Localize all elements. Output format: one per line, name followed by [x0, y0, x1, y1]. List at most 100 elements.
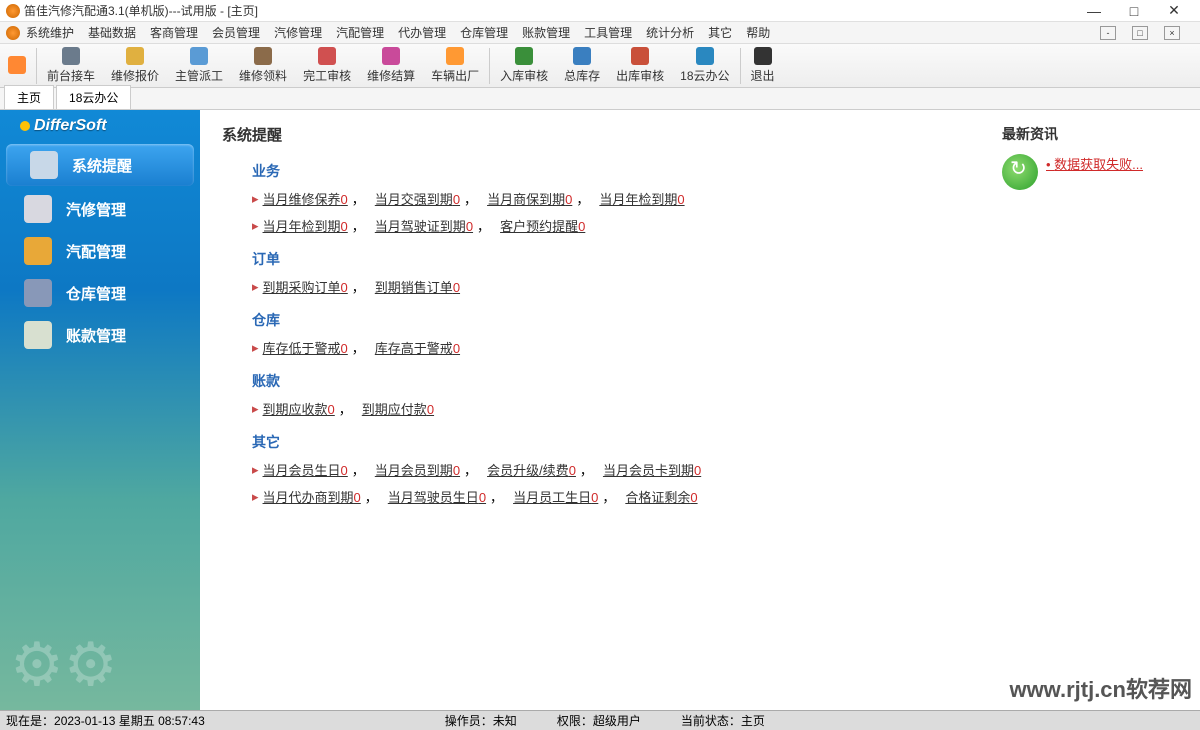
reminder-link[interactable]: 当月驾驶员生日0: [388, 487, 486, 506]
toolbar-button[interactable]: 维修报价: [103, 44, 167, 87]
close-button[interactable]: ✕: [1154, 0, 1194, 22]
reminder-link[interactable]: 库存低于警戒0: [263, 338, 348, 357]
bullet-icon: ▸: [252, 401, 259, 417]
link-row: ▸到期采购订单0，到期销售订单0: [252, 277, 1002, 296]
menu-item[interactable]: 基础数据: [88, 24, 136, 41]
status-perm-label: 权限：: [557, 714, 593, 728]
mdi-restore-icon[interactable]: □: [1132, 26, 1148, 40]
toolbar-button[interactable]: 退出: [743, 44, 783, 87]
group-title: 其它: [252, 432, 1002, 452]
content-main: 系统提醒 业务▸当月维修保养0，当月交强到期0，当月商保到期0，当月年检到期0▸…: [222, 124, 1002, 696]
status-now-label: 现在是：: [6, 714, 54, 728]
menu-item[interactable]: 系统维护: [26, 24, 74, 41]
toolbar-button[interactable]: 18云办公: [672, 44, 737, 87]
toolbar-button[interactable]: 出库审核: [608, 44, 672, 87]
reminder-link[interactable]: 到期销售订单0: [375, 277, 460, 296]
toolbar-label: 入库审核: [500, 67, 548, 84]
reminder-link[interactable]: 当月员工生日0: [513, 487, 598, 506]
menu-item[interactable]: 统计分析: [646, 24, 694, 41]
reminder-link[interactable]: 当月会员卡到期0: [603, 460, 701, 479]
bullet-icon: ▸: [252, 489, 259, 505]
reminder-link[interactable]: 客户预约提醒0: [500, 216, 585, 235]
reminder-link[interactable]: 当月代办商到期0: [263, 487, 361, 506]
statusbar: 现在是：2023-01-13 星期五 08:57:43 操作员：未知 权限：超级…: [0, 710, 1200, 730]
status-op-label: 操作员：: [445, 714, 493, 728]
toolbar-button[interactable]: 车辆出厂: [423, 44, 487, 87]
reminder-link[interactable]: 当月驾驶证到期0: [375, 216, 473, 235]
reminder-link[interactable]: 会员升级/续费0: [487, 460, 576, 479]
menu-item[interactable]: 仓库管理: [460, 24, 508, 41]
reminder-link[interactable]: 当月会员生日0: [263, 460, 348, 479]
toolbar-button[interactable]: 维修领料: [231, 44, 295, 87]
status-state: 主页: [741, 714, 765, 728]
link-row: ▸当月维修保养0，当月交强到期0，当月商保到期0，当月年检到期0: [252, 189, 1002, 208]
minimize-button[interactable]: —: [1074, 0, 1114, 22]
sidebar-icon: [24, 237, 52, 265]
sidebar-item[interactable]: 汽配管理: [0, 230, 200, 272]
toolbar-icon: [62, 47, 80, 65]
reminder-link[interactable]: 当月年检到期0: [263, 216, 348, 235]
menu-item[interactable]: 工具管理: [584, 24, 632, 41]
window-title: 笛佳汽修汽配通3.1(单机版)---试用版 - [主页]: [24, 2, 258, 19]
watermark: www.rjtj.cn软荐网: [1009, 672, 1192, 704]
tabrow: 主页 18云办公: [0, 88, 1200, 110]
link-row: ▸当月代办商到期0，当月驾驶员生日0，当月员工生日0，合格证剩余0: [252, 487, 1002, 506]
tab-cloud[interactable]: 18云办公: [56, 85, 131, 109]
group-title: 仓库: [252, 310, 1002, 330]
sidebar-item[interactable]: 汽修管理: [0, 188, 200, 230]
reminder-link[interactable]: 当月维修保养0: [263, 189, 348, 208]
toolbar-icon: [696, 47, 714, 65]
sidebar-item[interactable]: 账款管理: [0, 314, 200, 356]
reminder-link[interactable]: 到期采购订单0: [263, 277, 348, 296]
gear-decorative-icon: ⚙⚙: [10, 630, 118, 700]
menu-item[interactable]: 客商管理: [150, 24, 198, 41]
menu-item[interactable]: 帮助: [746, 24, 770, 41]
mdi-minimize-icon[interactable]: -: [1100, 26, 1116, 40]
menu-item[interactable]: 汽配管理: [336, 24, 384, 41]
tab-home[interactable]: 主页: [4, 85, 54, 109]
toolbar-icon: [382, 47, 400, 65]
brand-dot-icon: [20, 121, 30, 131]
toolbar-button[interactable]: 完工审核: [295, 44, 359, 87]
toolbar-label: 退出: [751, 67, 775, 84]
reminder-link[interactable]: 合格证剩余0: [625, 487, 697, 506]
reminder-link[interactable]: 当月年检到期0: [599, 189, 684, 208]
reminder-link[interactable]: 库存高于警戒0: [375, 338, 460, 357]
reminder-link[interactable]: 当月会员到期0: [375, 460, 460, 479]
sidebar-icon: [30, 151, 58, 179]
brand-text: DifferSoft: [34, 117, 107, 135]
reminder-link[interactable]: 到期应付款0: [362, 399, 434, 418]
menu-item[interactable]: 会员管理: [212, 24, 260, 41]
toolbar-button[interactable]: 总库存: [556, 44, 608, 87]
news-refresh-icon: [1002, 154, 1038, 190]
link-row: ▸当月会员生日0，当月会员到期0，会员升级/续费0，当月会员卡到期0: [252, 460, 1002, 479]
toolbar-button[interactable]: 维修结算: [359, 44, 423, 87]
status-state-label: 当前状态：: [681, 714, 741, 728]
toolbar-label: 主管派工: [175, 67, 223, 84]
toolbar-label: 维修领料: [239, 67, 287, 84]
reminder-link[interactable]: 到期应收款0: [263, 399, 335, 418]
reminder-link[interactable]: 当月交强到期0: [375, 189, 460, 208]
reminder-link[interactable]: 当月商保到期0: [487, 189, 572, 208]
bullet-icon: ▸: [252, 218, 259, 234]
sidebar-icon: [24, 195, 52, 223]
status-op: 未知: [493, 714, 517, 728]
group-title: 账款: [252, 371, 1002, 391]
menu-item[interactable]: 账款管理: [522, 24, 570, 41]
maximize-button[interactable]: □: [1114, 0, 1154, 22]
news-link[interactable]: 数据获取失败...: [1046, 154, 1143, 173]
toolbar-label: 维修结算: [367, 67, 415, 84]
mdi-close-icon[interactable]: ×: [1164, 26, 1180, 40]
main: DifferSoft 系统提醒汽修管理汽配管理仓库管理账款管理 ⚙⚙ 系统提醒 …: [0, 110, 1200, 710]
sidebar-item[interactable]: 系统提醒: [6, 144, 194, 186]
menu-item[interactable]: 其它: [708, 24, 732, 41]
menu-item[interactable]: 代办管理: [398, 24, 446, 41]
toolbar-button[interactable]: 入库审核: [492, 44, 556, 87]
toolbar-button[interactable]: 前台接车: [39, 44, 103, 87]
sidebar-item[interactable]: 仓库管理: [0, 272, 200, 314]
toolbar-button[interactable]: 主管派工: [167, 44, 231, 87]
menu-item[interactable]: 汽修管理: [274, 24, 322, 41]
toolbar-button[interactable]: [0, 44, 34, 87]
link-row: ▸库存低于警戒0，库存高于警戒0: [252, 338, 1002, 357]
sidebar-label: 仓库管理: [66, 283, 126, 304]
